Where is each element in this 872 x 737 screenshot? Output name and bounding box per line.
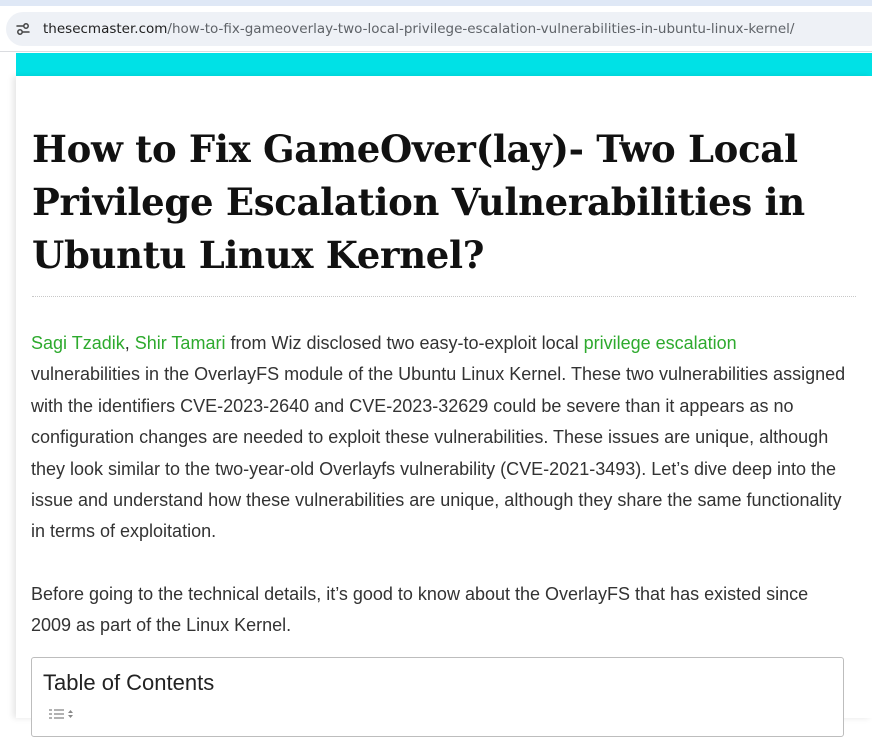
author-link-shir-tamari[interactable]: Shir Tamari — [135, 333, 226, 353]
site-header-bar — [16, 53, 872, 76]
intro-paragraph: Sagi Tzadik, Shir Tamari from Wiz disclo… — [31, 328, 846, 548]
url-field[interactable]: thesecmaster.com/how-to-fix-gameoverlay-… — [6, 12, 872, 46]
site-settings-icon[interactable] — [15, 21, 31, 37]
author-separator: , — [124, 333, 130, 353]
url-path: /how-to-fix-gameoverlay-two-local-privil… — [167, 21, 795, 37]
address-bar: thesecmaster.com/how-to-fix-gameoverlay-… — [0, 6, 872, 52]
intro-text-1: from Wiz disclosed two easy-to-exploit l… — [230, 333, 579, 353]
intro-text-2: vulnerabilities in the OverlayFS module … — [31, 364, 846, 542]
url-host: thesecmaster.com — [43, 21, 168, 37]
page-title: How to Fix GameOver(lay)- Two Local Priv… — [32, 127, 805, 277]
table-of-contents: Table of Contents — [31, 657, 844, 737]
list-toggle-icon[interactable] — [48, 707, 76, 721]
toc-title: Table of Contents — [43, 670, 215, 695]
overlayfs-paragraph: Before going to the technical details, i… — [31, 584, 809, 636]
url-text[interactable]: thesecmaster.com/how-to-fix-gameoverlay-… — [43, 12, 794, 46]
privilege-escalation-link[interactable]: privilege escalation — [584, 333, 737, 353]
title-divider — [32, 296, 856, 297]
author-link-sagi-tzadik[interactable]: Sagi Tzadik — [31, 333, 125, 353]
